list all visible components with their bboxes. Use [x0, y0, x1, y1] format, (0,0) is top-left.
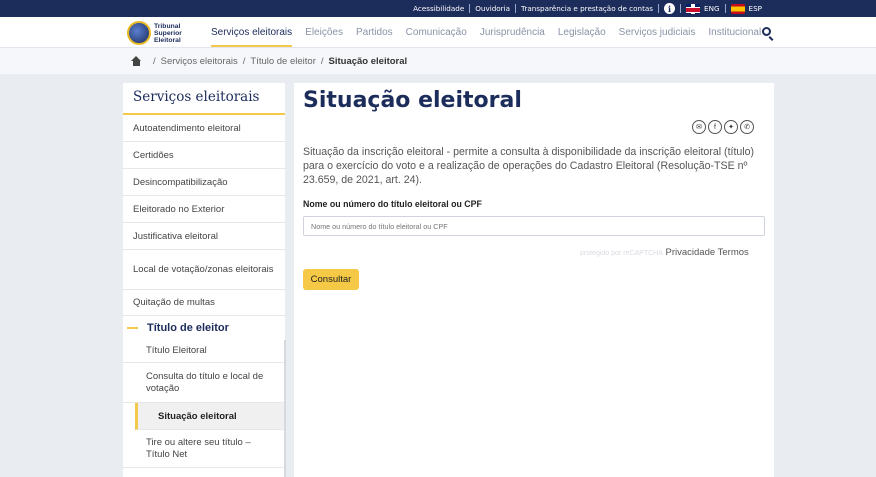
breadcrumb: / Serviços eleitorais / Título de eleito…: [0, 48, 876, 74]
nav-item-eleicoes[interactable]: Eleições: [305, 17, 343, 48]
info-icon[interactable]: i: [664, 3, 676, 14]
field-label: Nome ou número do título eleitoral ou CP…: [303, 199, 482, 209]
sidebar-scrollbar[interactable]: [284, 340, 286, 477]
transparency-link[interactable]: Transparência e prestação de contas: [521, 4, 653, 13]
divider: [658, 4, 660, 13]
lang-spanish-label: ESP: [748, 3, 762, 13]
whatsapp-share-icon[interactable]: ✆: [740, 120, 754, 134]
uk-flag-icon: [686, 3, 701, 14]
breadcrumb-separator: /: [153, 55, 156, 67]
main-navigation: Tribunal Superior Eleitoral Serviços ele…: [0, 17, 876, 48]
logo-line: Eleitoral: [154, 36, 181, 44]
lang-english-label: ENG: [704, 3, 720, 13]
sidebar-item-quitacao-multas[interactable]: Quitação de multas: [123, 290, 285, 316]
sidebar-subitem-titulo-net[interactable]: Tire ou altere seu título – Título Net: [123, 430, 285, 468]
breadcrumb-current: Situação eleitoral: [328, 55, 408, 67]
home-icon[interactable]: [131, 56, 142, 66]
sidebar-subitem-titulo-eleitoral[interactable]: Título Eleitoral: [123, 339, 285, 363]
recaptcha-notice: protegido por reCAPTCHA Privacidade Term…: [580, 247, 749, 258]
recaptcha-text: protegido por reCAPTCHA: [580, 250, 663, 257]
breadcrumb-servicos-eleitorais[interactable]: Serviços eleitorais: [161, 56, 238, 67]
divider: [680, 4, 682, 13]
sidebar-group-titulo-eleitor[interactable]: Título de eleitor: [123, 316, 285, 339]
sidebar-item-autoatendimento[interactable]: Autoatendimento eleitoral: [123, 115, 285, 142]
lang-english-link[interactable]: ENG: [686, 3, 720, 14]
sidebar-item-desincompatibilizacao[interactable]: Desincompatibilização: [123, 169, 285, 196]
sidebar-item-certidoes[interactable]: Certidões: [123, 142, 285, 169]
utility-links: Acessibilidade Ouvidoria Transparência e…: [413, 0, 762, 17]
sidebar-title: Serviços eleitorais: [123, 83, 285, 115]
sidebar-item-justificativa[interactable]: Justificativa eleitoral: [123, 223, 285, 250]
twitter-share-icon[interactable]: ✦: [724, 120, 738, 134]
nav-item-servicos-eleitorais[interactable]: Serviços eleitorais: [211, 17, 293, 48]
sidebar-subitem-consulta-titulo[interactable]: Consulta do título e local de votação: [123, 363, 285, 403]
breadcrumb-separator: /: [320, 55, 324, 67]
tse-logo[interactable]: Tribunal Superior Eleitoral: [127, 21, 182, 45]
top-utility-bar: Acessibilidade Ouvidoria Transparência e…: [0, 0, 876, 17]
breadcrumb-separator: /: [242, 55, 246, 67]
nav-item-partidos[interactable]: Partidos: [356, 17, 393, 48]
accessibility-link[interactable]: Acessibilidade: [413, 4, 464, 13]
nav-item-jurisprudencia[interactable]: Jurisprudência: [480, 17, 545, 48]
nav-item-legislacao[interactable]: Legislação: [558, 17, 606, 48]
nav-item-institucional[interactable]: Institucional: [708, 17, 761, 48]
privacy-link[interactable]: Privacidade: [666, 247, 716, 258]
breadcrumb-titulo-de-eleitor[interactable]: Título de eleitor: [250, 56, 315, 67]
divider: [515, 4, 517, 13]
spain-flag-icon: [730, 3, 745, 14]
sidebar: Serviços eleitorais Autoatendimento elei…: [123, 83, 285, 477]
terms-link[interactable]: Termos: [718, 247, 749, 258]
page-description: Situação da inscrição eleitoral - permit…: [303, 146, 755, 186]
nav-menu: Serviços eleitorais Eleições Partidos Co…: [211, 17, 774, 48]
sidebar-group-label: Título de eleitor: [147, 321, 229, 334]
sidebar-item-local-votacao[interactable]: Local de votação/zonas eleitorais: [123, 250, 285, 290]
search-icon[interactable]: [762, 27, 771, 36]
share-buttons: ✉ f ✦ ✆: [690, 120, 754, 134]
logo-line: Superior: [154, 29, 182, 37]
lang-spanish-link[interactable]: ESP: [730, 3, 762, 14]
nav-item-servicos-judiciais[interactable]: Serviços judiciais: [619, 17, 696, 48]
logo-line: Tribunal: [154, 22, 181, 30]
search-input[interactable]: [303, 216, 765, 236]
page-title: Situação eleitoral: [303, 88, 522, 113]
logo-text: Tribunal Superior Eleitoral: [154, 23, 182, 44]
group-marker: [127, 326, 138, 329]
consultar-button[interactable]: Consultar: [303, 269, 359, 290]
email-share-icon[interactable]: ✉: [692, 120, 706, 134]
ombudsman-link[interactable]: Ouvidoria: [475, 4, 510, 13]
main-content: Situação eleitoral ✉ f ✦ ✆ Situação da i…: [294, 83, 774, 477]
divider: [469, 4, 471, 13]
nav-item-comunicacao[interactable]: Comunicação: [406, 17, 467, 48]
tse-emblem-icon: [127, 21, 151, 45]
sidebar-subitem-situacao-eleitoral[interactable]: Situação eleitoral: [135, 403, 285, 430]
divider: [724, 4, 726, 13]
sidebar-item-eleitorado-exterior[interactable]: Eleitorado no Exterior: [123, 196, 285, 223]
facebook-share-icon[interactable]: f: [708, 120, 722, 134]
